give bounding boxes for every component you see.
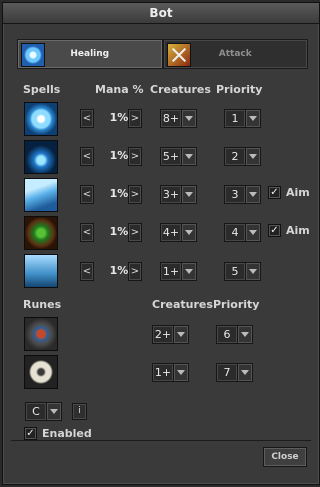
chevron-down-icon[interactable] xyxy=(238,363,253,382)
chevron-down-icon[interactable] xyxy=(182,147,197,166)
chevron-down-icon[interactable] xyxy=(246,147,261,166)
priority-dropdown[interactable]: 1 xyxy=(224,109,261,128)
priority-dropdown[interactable]: 3 xyxy=(224,185,261,204)
chevron-down-icon[interactable] xyxy=(47,402,62,421)
mana-decrease-button[interactable]: < xyxy=(80,147,94,166)
spells-header: Spells xyxy=(23,83,61,96)
mana-header: Mana % xyxy=(95,83,144,96)
priority-value: 6 xyxy=(216,325,238,344)
priority-value: 3 xyxy=(224,185,246,204)
chevron-down-icon[interactable] xyxy=(246,223,261,242)
mana-increase-button[interactable]: > xyxy=(128,185,142,204)
info-button[interactable]: i xyxy=(72,403,87,420)
creatures-dropdown[interactable]: 4+ xyxy=(160,223,197,242)
rune-creatures-dropdown[interactable]: 2+ xyxy=(152,325,189,344)
rune-icon[interactable] xyxy=(24,317,58,351)
priority-header: Priority xyxy=(216,83,263,96)
creatures-dropdown[interactable]: 3+ xyxy=(160,185,197,204)
priority-value: 4 xyxy=(224,223,246,242)
enabled-checkbox[interactable]: ✓ xyxy=(24,427,37,440)
chevron-down-icon[interactable] xyxy=(246,109,261,128)
poison-spell-icon[interactable] xyxy=(24,216,58,250)
chevron-down-icon[interactable] xyxy=(174,363,189,382)
priority-dropdown[interactable]: 5 xyxy=(224,262,261,281)
priority-value: 5 xyxy=(224,262,246,281)
tab-attack[interactable]: Attack xyxy=(162,39,308,69)
tab-bar: Healing Attack xyxy=(17,39,308,69)
mana-decrease-button[interactable]: < xyxy=(80,223,94,242)
creatures-value: 2+ xyxy=(152,325,174,344)
priority-value: 2 xyxy=(224,147,246,166)
rune-priority-header: Priority xyxy=(213,298,260,311)
runes-header: Runes xyxy=(23,298,62,311)
hotkey-value: C xyxy=(25,402,47,421)
healing-icon xyxy=(21,43,45,67)
mana-decrease-button[interactable]: < xyxy=(80,262,94,281)
tab-healing-label: Healing xyxy=(70,49,110,59)
creatures-value: 3+ xyxy=(160,185,182,204)
creatures-dropdown[interactable]: 5+ xyxy=(160,147,197,166)
creatures-value: 1+ xyxy=(160,262,182,281)
frost-spell-icon[interactable] xyxy=(24,140,58,174)
aim-label: Aim xyxy=(286,186,310,199)
rune-priority-dropdown[interactable]: 7 xyxy=(216,363,253,382)
aim-label: Aim xyxy=(286,224,310,237)
attack-icon xyxy=(166,43,191,67)
aim-checkbox[interactable]: ✓ xyxy=(268,224,281,237)
mana-decrease-button[interactable]: < xyxy=(80,185,94,204)
priority-value: 1 xyxy=(224,109,246,128)
creatures-value: 1+ xyxy=(152,363,174,382)
ice-spell-icon[interactable] xyxy=(24,102,58,136)
chevron-down-icon[interactable] xyxy=(182,109,197,128)
chevron-down-icon[interactable] xyxy=(182,185,197,204)
creatures-dropdown[interactable]: 1+ xyxy=(160,262,197,281)
chevron-down-icon[interactable] xyxy=(174,325,189,344)
chevron-down-icon[interactable] xyxy=(182,262,197,281)
window-title: Bot xyxy=(3,3,319,24)
mana-decrease-button[interactable]: < xyxy=(80,109,94,128)
tab-healing[interactable]: Healing xyxy=(17,39,163,69)
creatures-value: 8+ xyxy=(160,109,182,128)
rune-creatures-header: Creatures xyxy=(152,298,213,311)
aim-checkbox[interactable]: ✓ xyxy=(268,186,281,199)
priority-value: 7 xyxy=(216,363,238,382)
mana-increase-button[interactable]: > xyxy=(128,262,142,281)
bot-window: Bot Healing Attack Spells Mana % Creatur… xyxy=(2,2,320,485)
footer-divider xyxy=(11,440,311,441)
creatures-value: 4+ xyxy=(160,223,182,242)
chevron-down-icon[interactable] xyxy=(182,223,197,242)
mana-increase-button[interactable]: > xyxy=(128,223,142,242)
rune-priority-dropdown[interactable]: 6 xyxy=(216,325,253,344)
chevron-down-icon[interactable] xyxy=(238,325,253,344)
rune-creatures-dropdown[interactable]: 1+ xyxy=(152,363,189,382)
stone-rune-icon[interactable] xyxy=(24,355,58,389)
mana-increase-button[interactable]: > xyxy=(128,109,142,128)
priority-dropdown[interactable]: 2 xyxy=(224,147,261,166)
mana-increase-button[interactable]: > xyxy=(128,147,142,166)
tab-attack-label: Attack xyxy=(218,49,252,59)
enabled-label: Enabled xyxy=(42,427,92,440)
close-button[interactable]: Close xyxy=(263,447,307,467)
creatures-header: Creatures xyxy=(150,83,211,96)
chevron-down-icon[interactable] xyxy=(246,185,261,204)
storm-spell-icon[interactable] xyxy=(24,254,58,288)
creatures-dropdown[interactable]: 8+ xyxy=(160,109,197,128)
chevron-down-icon[interactable] xyxy=(246,262,261,281)
ice-wave-spell-icon[interactable] xyxy=(24,178,58,212)
hotkey-dropdown[interactable]: C xyxy=(25,402,62,421)
priority-dropdown[interactable]: 4 xyxy=(224,223,261,242)
creatures-value: 5+ xyxy=(160,147,182,166)
